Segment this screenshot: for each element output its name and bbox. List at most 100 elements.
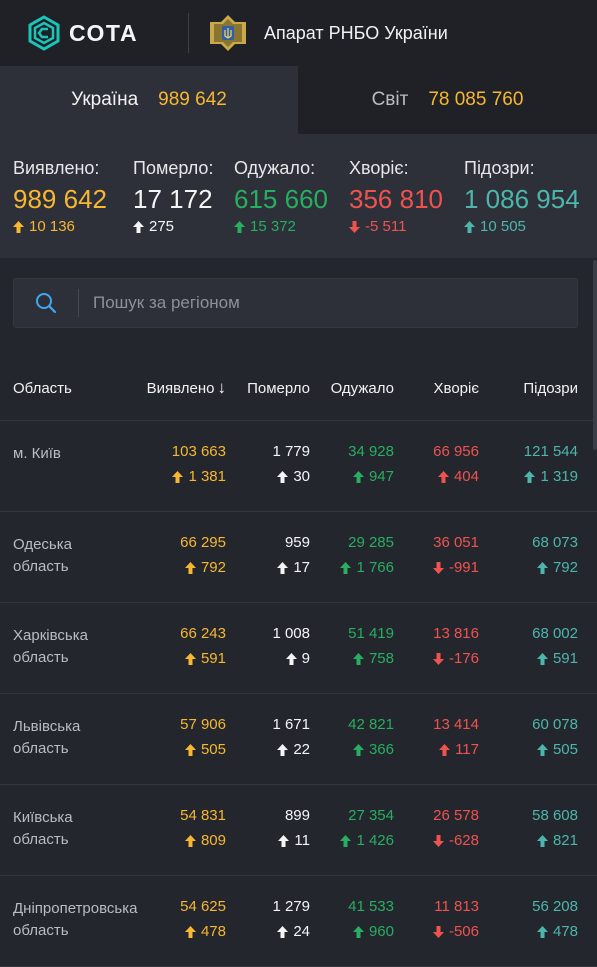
- column-header-region[interactable]: Область: [13, 380, 72, 397]
- logo-text: СОТА: [69, 19, 139, 46]
- summary-stat-label: Одужало:: [234, 158, 316, 178]
- column-header[interactable]: Одужало: [331, 380, 394, 397]
- table-cell: 1 671 22: [220, 694, 310, 784]
- arrow-up-icon: [352, 925, 364, 938]
- summary-stat-delta-value: 15 372: [250, 218, 296, 235]
- arrow-up-icon: [437, 470, 449, 483]
- arrow-up-icon: [524, 470, 536, 483]
- tab-ukraine[interactable]: Україна 989 642: [0, 66, 298, 134]
- summary-stat-value: 17 172: [133, 184, 213, 214]
- column-header-label: Одужало: [330, 379, 394, 397]
- arrow-up-icon: [277, 743, 289, 756]
- sota-logo[interactable]: СОТА: [0, 15, 188, 51]
- search-area: [0, 258, 597, 356]
- cell-value: 103 663: [171, 443, 226, 460]
- arrow-up-icon: [439, 743, 451, 756]
- summary-stat: Одужало: 615 660 15 372: [234, 134, 328, 235]
- summary-stat-value: 356 810: [349, 184, 443, 214]
- summary-stat-delta-value: -5 511: [365, 218, 407, 235]
- summary-stat: Підозри: 1 086 954 10 505: [464, 134, 580, 235]
- column-header[interactable]: Виявлено ↓: [147, 378, 226, 398]
- region-search[interactable]: [13, 278, 578, 328]
- table-cell: 899 11: [220, 785, 310, 875]
- summary-stat: Хворіє: 356 810 -5 511: [349, 134, 443, 235]
- table-cell: 103 663 1 381: [136, 421, 226, 511]
- column-header[interactable]: Підозри: [523, 380, 578, 397]
- arrow-up-icon: [536, 743, 548, 756]
- arrow-up-icon: [285, 652, 297, 665]
- table-cell: 26 578 -628: [389, 785, 479, 875]
- cell-delta: -176: [432, 650, 479, 667]
- arrow-up-icon: [352, 470, 364, 483]
- cell-delta: 117: [439, 741, 479, 758]
- cell-value: 26 578: [433, 807, 479, 824]
- region-table-body: м. Київ 103 663 1 381 1 779 30 34 928 947 66 95…: [0, 421, 597, 967]
- cell-delta-value: 1 319: [540, 468, 578, 485]
- table-row[interactable]: м. Київ 103 663 1 381 1 779 30 34 928 947 66 95…: [0, 421, 597, 512]
- table-cell: 68 073 792: [488, 512, 578, 602]
- arrow-up-icon: [184, 834, 196, 847]
- cell-value: 121 544: [523, 443, 578, 460]
- table-cell: 68 002 591: [488, 603, 578, 693]
- summary-stat-value: 989 642: [13, 184, 107, 214]
- summary-stat-delta: 10 136: [13, 218, 107, 235]
- cell-delta-value: 478: [552, 923, 578, 940]
- summary-stat-value: 1 086 954: [464, 184, 580, 214]
- cell-delta-value: -506: [448, 923, 479, 940]
- table-cell: 66 243 591: [136, 603, 226, 693]
- tab-world[interactable]: Світ 78 085 760: [298, 66, 597, 134]
- table-cell: 66 956 404: [389, 421, 479, 511]
- tab-world-label: Світ: [371, 89, 409, 110]
- cell-value: 56 208: [532, 898, 578, 915]
- table-cell: 13 816 -176: [389, 603, 479, 693]
- arrow-up-icon: [352, 743, 364, 756]
- table-cell: 51 419 758: [304, 603, 394, 693]
- cell-value: 13 414: [433, 716, 479, 733]
- cell-delta-value: -628: [448, 832, 479, 849]
- cell-value: 41 533: [348, 898, 394, 915]
- summary-stat-delta: 275: [133, 218, 213, 235]
- cell-value: 27 354: [348, 807, 394, 824]
- table-row[interactable]: Харківська область 66 243 591 1 008 9 51 419 7…: [0, 603, 597, 694]
- cell-value: 58 608: [532, 807, 578, 824]
- cell-delta: 758: [352, 650, 394, 667]
- arrow-down-icon: [432, 925, 444, 938]
- arrow-up-icon: [278, 834, 290, 847]
- column-header[interactable]: Померло: [247, 380, 310, 397]
- table-row[interactable]: Київська область 54 831 809 899 11 27 354 1 42…: [0, 785, 597, 876]
- cell-delta-value: 591: [552, 650, 578, 667]
- org-link[interactable]: Апарат РНБО України: [208, 13, 448, 53]
- summary-panel: Виявлено: 989 642 10 136 Померло: 17 172 275 О…: [0, 134, 597, 258]
- table-row[interactable]: Одеська область 66 295 792 959 17 29 285 1 766…: [0, 512, 597, 603]
- table-row[interactable]: Львівська область 57 906 505 1 671 22 42 821 3…: [0, 694, 597, 785]
- scrollbar[interactable]: [593, 260, 597, 450]
- cell-value: 29 285: [348, 534, 394, 551]
- arrow-up-icon: [340, 834, 352, 847]
- table-cell: 34 928 947: [304, 421, 394, 511]
- arrow-up-icon: [277, 470, 289, 483]
- cell-delta-value: 404: [453, 468, 479, 485]
- sota-logo-icon: [28, 15, 60, 51]
- arrow-up-icon: [234, 220, 245, 233]
- cell-delta: 505: [536, 741, 578, 758]
- arrow-up-icon: [536, 925, 548, 938]
- summary-stat-delta-value: 10 505: [480, 218, 526, 235]
- cell-delta: 960: [352, 923, 394, 940]
- cell-value: 34 928: [348, 443, 394, 460]
- cell-delta: 478: [536, 923, 578, 940]
- rnbo-emblem-icon: [210, 15, 246, 51]
- search-icon: [14, 289, 79, 317]
- table-cell: 54 831 809: [136, 785, 226, 875]
- cell-value: 11 813: [434, 898, 479, 915]
- table-row[interactable]: Дніпропетровська область 54 625 478 1 279 24…: [0, 876, 597, 967]
- table-cell: 13 414 117: [389, 694, 479, 784]
- search-input[interactable]: [79, 292, 577, 314]
- cell-delta: 1 766: [340, 559, 394, 576]
- column-header-label: Підозри: [523, 379, 578, 397]
- cell-delta-value: 821: [552, 832, 578, 849]
- summary-stat-delta: 15 372: [234, 218, 328, 235]
- column-header[interactable]: Хворіє: [434, 380, 479, 397]
- arrow-down-icon: [349, 220, 360, 233]
- table-cell: 27 354 1 426: [304, 785, 394, 875]
- table-cell: 57 906 505: [136, 694, 226, 784]
